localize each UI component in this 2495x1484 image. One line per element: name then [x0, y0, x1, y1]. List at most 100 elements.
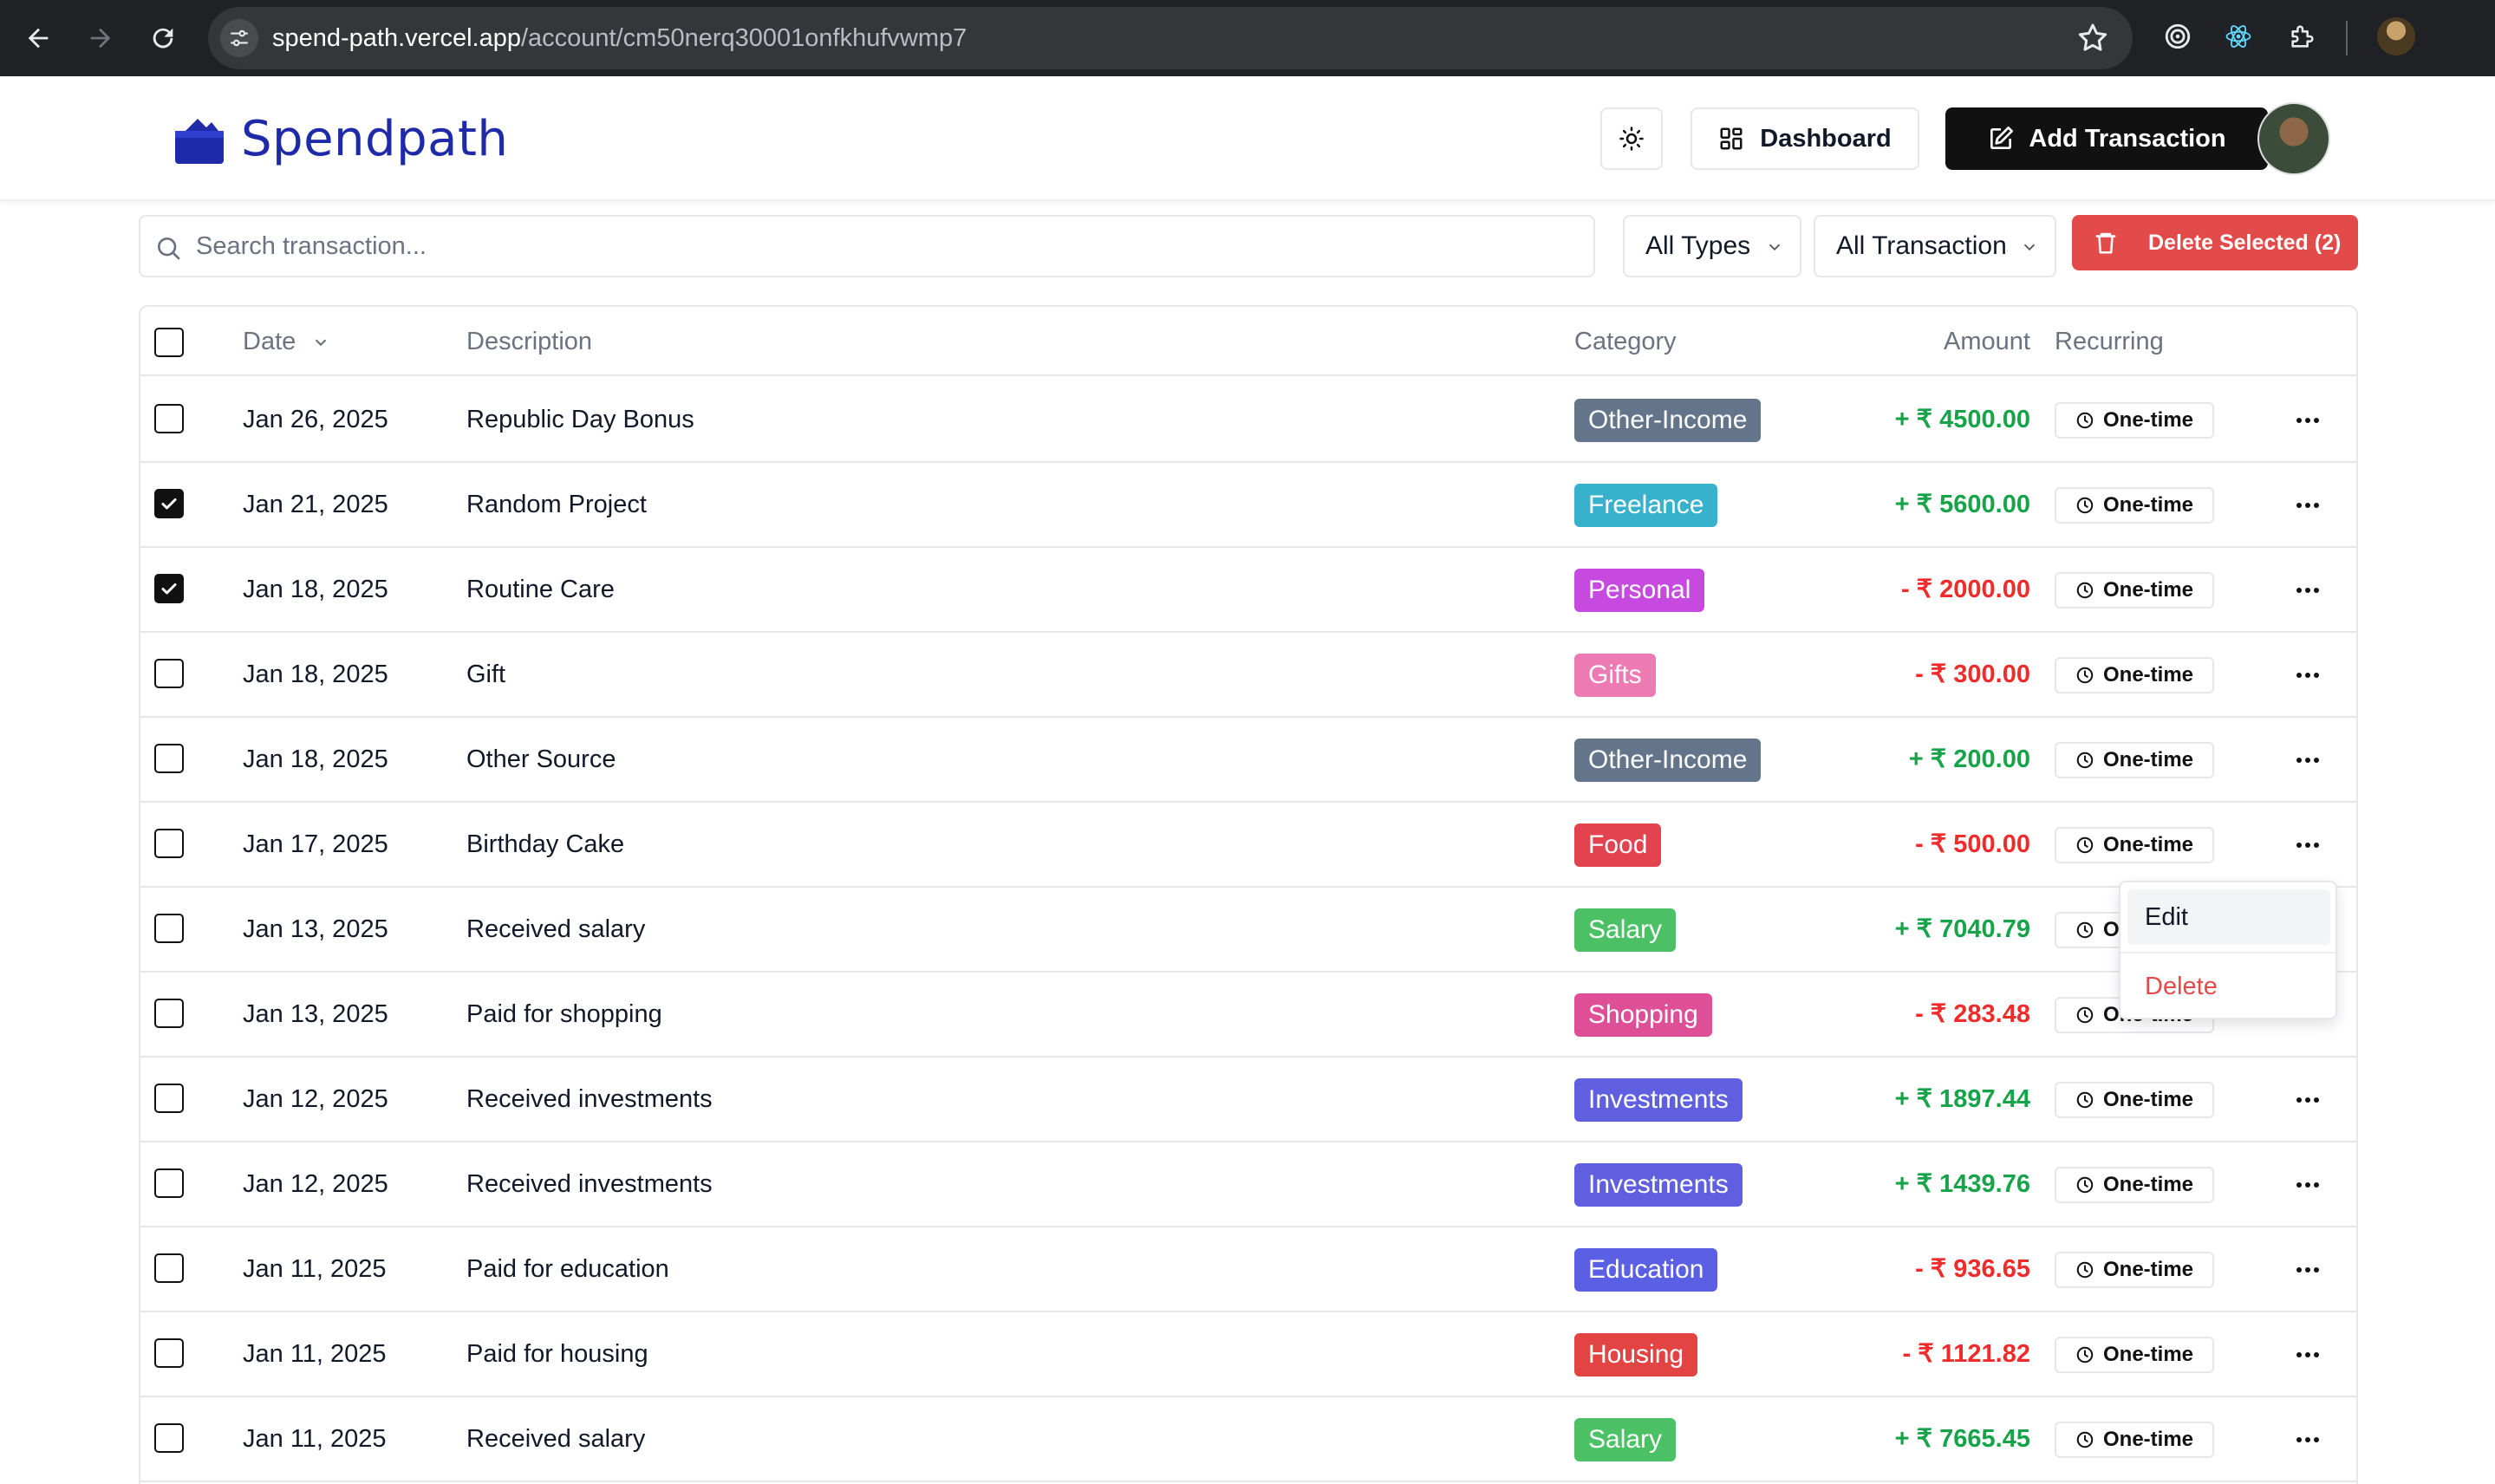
add-transaction-button[interactable]: Add Transaction	[1945, 107, 2268, 170]
row-date: Jan 13, 2025	[243, 915, 388, 943]
profile-avatar[interactable]	[2377, 17, 2415, 55]
recurring-label: One-time	[2103, 1173, 2194, 1196]
react-devtools-icon[interactable]	[2219, 17, 2257, 55]
forward-icon[interactable]	[78, 16, 123, 61]
transactions-table: Date Description Category Amount Recurri…	[139, 305, 2358, 1484]
user-avatar[interactable]	[2257, 102, 2330, 175]
row-select-checkbox[interactable]	[154, 744, 184, 773]
row-date: Jan 18, 2025	[243, 661, 388, 688]
row-select-checkbox[interactable]	[154, 999, 184, 1028]
row-actions-button[interactable]	[2287, 1252, 2329, 1288]
transaction-filter-select[interactable]: All Transactions	[1814, 215, 2056, 277]
row-actions-menu: Edit Delete	[2119, 881, 2337, 1019]
row-date: Jan 26, 2025	[243, 406, 388, 433]
more-horizontal-icon	[2296, 1182, 2319, 1188]
wallet-icon	[175, 118, 224, 164]
row-description: Received investments	[466, 1170, 713, 1198]
row-select-checkbox[interactable]	[154, 1084, 184, 1113]
row-actions-button[interactable]	[2287, 1082, 2329, 1118]
row-select-checkbox[interactable]	[154, 1338, 184, 1368]
more-horizontal-icon	[2296, 1267, 2319, 1272]
row-description: Republic Day Bonus	[466, 406, 694, 433]
more-horizontal-icon	[2296, 1437, 2319, 1442]
category-badge: Education	[1574, 1248, 1718, 1292]
row-date: Jan 18, 2025	[243, 576, 388, 603]
row-description: Routine Care	[466, 576, 615, 603]
row-actions-button[interactable]	[2287, 827, 2329, 863]
search-input[interactable]	[196, 217, 1566, 276]
row-actions-button[interactable]	[2287, 742, 2329, 778]
recurring-badge: One-time	[2055, 1422, 2214, 1458]
url-text: spend-path.vercel.app/account/cm50nerq30…	[272, 7, 967, 69]
row-actions-button[interactable]	[2287, 1167, 2329, 1203]
more-horizontal-icon	[2296, 1097, 2319, 1103]
extensions-puzzle-icon[interactable]	[2283, 17, 2322, 55]
row-select-checkbox[interactable]	[154, 404, 184, 433]
row-actions-button[interactable]	[2287, 402, 2329, 439]
chevron-down-icon	[2023, 244, 2036, 251]
chevron-down-icon	[1769, 244, 1781, 251]
row-select-checkbox[interactable]	[154, 659, 184, 688]
address-bar[interactable]: spend-path.vercel.app/account/cm50nerq30…	[208, 7, 2133, 69]
row-actions-button[interactable]	[2287, 657, 2329, 693]
recurring-label: One-time	[2103, 1343, 2194, 1366]
category-badge: Salary	[1574, 908, 1677, 952]
category-column-header: Category	[1574, 328, 1677, 355]
row-actions-button[interactable]	[2287, 572, 2329, 609]
back-icon[interactable]	[16, 16, 61, 61]
category-badge: Housing	[1574, 1333, 1698, 1377]
theme-toggle-button[interactable]	[1600, 107, 1663, 170]
clock-icon	[2076, 1431, 2094, 1448]
clock-icon	[2076, 1176, 2094, 1194]
recurring-column-header: Recurring	[2055, 328, 2164, 355]
row-select-checkbox[interactable]	[154, 489, 184, 518]
check-icon	[161, 498, 177, 510]
bookmark-star-icon[interactable]	[2075, 21, 2110, 55]
row-select-checkbox[interactable]	[154, 914, 184, 943]
row-description: Random Project	[466, 491, 647, 518]
delete-selected-button[interactable]: Delete Selected (2)	[2072, 215, 2358, 270]
recurring-badge: One-time	[2055, 742, 2214, 778]
app-header: Spendpath Dashboard Add Transaction	[0, 76, 2495, 201]
menu-divider	[2120, 952, 2335, 954]
table-row: Jan 18, 2025 Gift Gifts - ₹ 300.00 One-time	[140, 633, 2356, 718]
select-all-checkbox[interactable]	[154, 328, 184, 357]
row-amount: + ₹ 5600.00	[1894, 491, 2030, 518]
edit-menu-item[interactable]: Edit	[2127, 889, 2330, 945]
row-select-checkbox[interactable]	[154, 574, 184, 603]
type-filter-select[interactable]: All Types	[1623, 215, 1801, 277]
site-settings-icon[interactable]	[220, 19, 258, 57]
table-row: Jan 13, 2025 Received salary Salary + ₹ 704…	[140, 888, 2356, 973]
recurring-label: One-time	[2103, 1428, 2194, 1451]
row-select-checkbox[interactable]	[154, 1253, 184, 1283]
recurring-label: One-time	[2103, 408, 2194, 432]
delete-menu-item[interactable]: Delete	[2127, 959, 2330, 1014]
reload-icon[interactable]	[140, 16, 186, 61]
date-header-label: Date	[243, 328, 296, 355]
dashboard-button[interactable]: Dashboard	[1690, 107, 1919, 170]
table-row: Jan 26, 2025 Republic Day Bonus Other-Inco…	[140, 378, 2356, 463]
row-description: Received investments	[466, 1085, 713, 1113]
more-horizontal-icon	[2296, 588, 2319, 593]
date-column-header[interactable]: Date	[243, 307, 330, 376]
row-select-checkbox[interactable]	[154, 1423, 184, 1453]
clock-icon	[2076, 412, 2094, 429]
recurring-badge: One-time	[2055, 487, 2214, 524]
category-badge: Shopping	[1574, 993, 1712, 1037]
row-amount: + ₹ 1897.44	[1894, 1085, 2030, 1113]
category-badge: Food	[1574, 823, 1662, 867]
row-date: Jan 12, 2025	[243, 1085, 388, 1113]
row-actions-button[interactable]	[2287, 487, 2329, 524]
row-select-checkbox[interactable]	[154, 829, 184, 858]
table-row: Jan 11, 2025 Paid for housing Housing - ₹ 1…	[140, 1312, 2356, 1397]
edit-square-icon	[1990, 127, 2014, 149]
row-actions-button[interactable]	[2287, 1337, 2329, 1373]
brand-logo[interactable]: Spendpath	[172, 111, 508, 167]
row-actions-button[interactable]	[2287, 1422, 2329, 1458]
table-row: Jan 11, 2025 Received salary Salary + ₹ 766…	[140, 1397, 2356, 1482]
search-box[interactable]	[139, 215, 1595, 277]
trash-icon	[2095, 232, 2116, 254]
extension-target-icon[interactable]	[2159, 17, 2197, 55]
row-select-checkbox[interactable]	[154, 1168, 184, 1198]
row-amount: - ₹ 300.00	[1915, 661, 2030, 688]
